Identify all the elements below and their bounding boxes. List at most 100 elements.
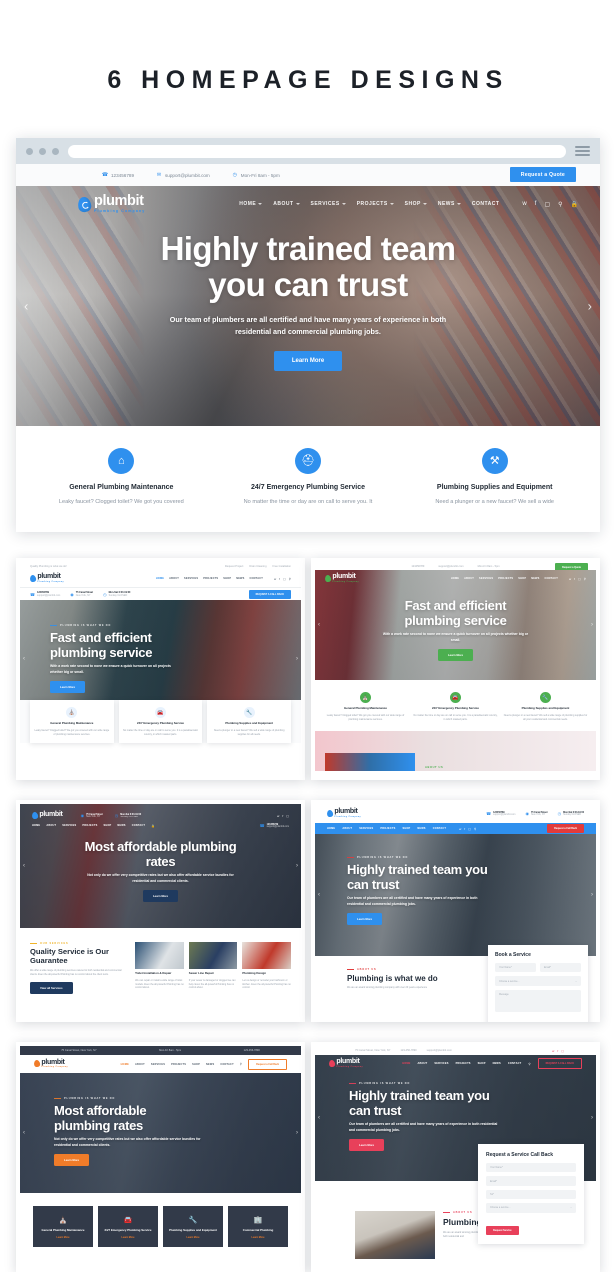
facebook-icon[interactable]: f bbox=[279, 577, 280, 581]
menu-item-about[interactable]: ABOUT bbox=[273, 201, 300, 207]
t4-menu-about[interactable]: ABOUT bbox=[342, 827, 352, 830]
t4-menu-news[interactable]: NEWS bbox=[417, 827, 425, 830]
t5-learn-more-button[interactable]: Learn More bbox=[54, 1153, 90, 1166]
facebook-icon[interactable]: f bbox=[535, 201, 537, 207]
t3-menu-services[interactable]: SERVICES bbox=[62, 824, 76, 827]
t5-carousel-prev-arrow[interactable]: ‹ bbox=[23, 1130, 25, 1136]
t3-service-card[interactable]: Toilet Installation & Repair We can repa… bbox=[135, 942, 184, 994]
t1-menu-news[interactable]: NEWS bbox=[236, 577, 244, 580]
twitter-icon[interactable]: w bbox=[569, 577, 571, 581]
menu-item-services[interactable]: SERVICES bbox=[311, 201, 346, 207]
t2-menu-news[interactable]: NEWS bbox=[531, 577, 539, 580]
twitter-icon[interactable]: w bbox=[552, 1049, 554, 1053]
t3-service-card[interactable]: Sewer Line Repair If your sewer is damag… bbox=[188, 942, 238, 994]
t2-menu-projects[interactable]: PROJECTS bbox=[498, 577, 513, 580]
t3-view-all-services-button[interactable]: View all Services bbox=[30, 982, 73, 995]
t1-carousel-next-arrow[interactable]: › bbox=[296, 656, 298, 662]
t6-menu-projects[interactable]: PROJECTS bbox=[456, 1062, 471, 1065]
t1-menu-projects[interactable]: PROJECTS bbox=[203, 577, 218, 580]
t1-service-card[interactable]: 🔧 Plumbing Supplies and Equipment Need a… bbox=[207, 700, 292, 744]
cart-icon[interactable]: 🔒 bbox=[151, 824, 155, 828]
menu-item-projects[interactable]: PROJECTS bbox=[357, 201, 394, 207]
t4-carousel-next-arrow[interactable]: › bbox=[591, 892, 593, 898]
address-bar[interactable] bbox=[68, 144, 566, 158]
topbar-phone[interactable]: ☎ 123456789 bbox=[102, 172, 134, 178]
menu-item-shop[interactable]: SHOP bbox=[405, 201, 427, 207]
maximize-dot[interactable] bbox=[52, 147, 59, 155]
t4-learn-more-button[interactable]: Learn More bbox=[347, 912, 383, 925]
t6-menu-about[interactable]: ABOUT bbox=[418, 1062, 428, 1065]
carousel-next-arrow[interactable]: › bbox=[588, 299, 592, 314]
t6-name-field[interactable]: Your Name* bbox=[486, 1163, 576, 1173]
carousel-prev-arrow[interactable]: ‹ bbox=[24, 299, 28, 314]
t5-service-card[interactable]: ⛪ General Plumbing Maintenance Learn Mor… bbox=[33, 1206, 93, 1247]
minimize-dot[interactable] bbox=[39, 147, 46, 155]
instagram-icon[interactable]: ▢ bbox=[286, 814, 289, 818]
t1-service-card[interactable]: 🚘 24/7 Emergency Plumbing Service No mat… bbox=[118, 700, 203, 744]
t4-menu-contact[interactable]: CONTACT bbox=[433, 827, 446, 830]
t6-logo[interactable]: plumbit Plumbing Company bbox=[328, 1058, 363, 1068]
t5-request-callback-button[interactable]: Request a Call Back bbox=[248, 1058, 287, 1070]
t3-service-card[interactable]: Plumbing Design Let us design or remodel… bbox=[242, 942, 291, 994]
instagram-icon[interactable]: ▢ bbox=[544, 201, 550, 208]
t1-menu-services[interactable]: SERVICES bbox=[184, 577, 198, 580]
t6-request-callback-button[interactable]: REQUEST A CALL BACK bbox=[537, 1058, 582, 1069]
t3-logo[interactable]: plumbit bbox=[31, 811, 63, 820]
twitter-icon[interactable]: w bbox=[277, 814, 279, 818]
topbar-email[interactable]: ✉ support@plumbit.com bbox=[156, 172, 210, 178]
cart-icon[interactable]: 🔒 bbox=[571, 201, 578, 208]
t5-card-link[interactable]: Learn More bbox=[166, 1236, 220, 1239]
t4-menu-shop[interactable]: SHOP bbox=[402, 827, 410, 830]
t4-name-field[interactable]: Your Name* bbox=[495, 963, 536, 973]
t6-service-select[interactable]: Choose a service... ⌄ bbox=[486, 1203, 576, 1213]
t3-menu-contact[interactable]: CONTACT bbox=[132, 824, 145, 827]
t4-carousel-prev-arrow[interactable]: ‹ bbox=[318, 892, 320, 898]
t4-request-callback-button[interactable]: Request a Call Back bbox=[547, 824, 584, 833]
t2-service-card[interactable]: ⛪ General Plumbing Maintenance Leaky fau… bbox=[323, 692, 408, 721]
facebook-icon[interactable]: f bbox=[574, 577, 575, 581]
t6-tel-field[interactable]: Tel* bbox=[486, 1189, 576, 1200]
t3-menu-shop[interactable]: SHOP bbox=[103, 824, 111, 827]
t2-carousel-prev-arrow[interactable]: ‹ bbox=[318, 622, 320, 628]
t2-carousel-next-arrow[interactable]: › bbox=[591, 622, 593, 628]
t2-logo[interactable]: plumbit Plumbing Company bbox=[324, 573, 359, 583]
t4-menu-projects[interactable]: PROJECTS bbox=[380, 827, 395, 830]
t2-menu-contact[interactable]: CONTACT bbox=[545, 577, 558, 580]
t6-request-service-button[interactable]: Request Service bbox=[486, 1225, 519, 1235]
t6-menu-news[interactable]: NEWS bbox=[493, 1062, 501, 1065]
t5-card-link[interactable]: Learn More bbox=[101, 1236, 155, 1239]
t2-menu-shop[interactable]: SHOP bbox=[518, 577, 526, 580]
thumbnail-homepage-3[interactable]: plumbit ◉ 75 Canal Street New York, NY ◷ Mo… bbox=[16, 800, 305, 1022]
t3-learn-more-button[interactable]: Learn More bbox=[142, 889, 179, 902]
thumbnail-homepage-2[interactable]: 123456789 support@plumbit.com Mon-Fri 8a… bbox=[311, 558, 600, 780]
t1-service-card[interactable]: ⛪ General Plumbing Maintenance Leaky fau… bbox=[30, 700, 114, 744]
t5-card-link[interactable]: Learn More bbox=[36, 1236, 90, 1239]
t5-menu-shop[interactable]: SHOP bbox=[192, 1063, 200, 1066]
t4-logo[interactable]: plumbit Plumbing Company bbox=[326, 808, 361, 818]
search-icon[interactable]: ⚲ bbox=[558, 201, 562, 208]
instagram-icon[interactable]: ▢ bbox=[561, 1049, 564, 1053]
menu-item-news[interactable]: NEWS bbox=[438, 201, 461, 207]
t1-topbar-link[interactable]: Free Installation bbox=[273, 565, 291, 568]
t2-service-card[interactable]: 🔧 Plumbing Supplies and Equipment Need a… bbox=[503, 692, 588, 721]
search-icon[interactable]: ⚲ bbox=[240, 1062, 242, 1066]
t6-menu-contact[interactable]: CONTACT bbox=[508, 1062, 521, 1065]
t1-menu-contact[interactable]: CONTACT bbox=[250, 577, 263, 580]
menu-item-contact[interactable]: CONTACT bbox=[472, 201, 500, 207]
t5-service-card[interactable]: 🔧 Plumbing Supplies and Equipment Learn … bbox=[163, 1206, 223, 1247]
site-logo[interactable]: plumbit Plumbing Company bbox=[76, 194, 145, 213]
search-icon[interactable]: ⚲ bbox=[528, 1062, 530, 1066]
t1-menu-home[interactable]: HOME bbox=[156, 577, 164, 580]
t1-menu-shop[interactable]: SHOP bbox=[223, 577, 231, 580]
t2-menu-home[interactable]: HOME bbox=[451, 577, 459, 580]
t3-menu-projects[interactable]: PROJECTS bbox=[82, 824, 97, 827]
t1-logo[interactable]: plumbit Plumbing Company bbox=[29, 573, 64, 583]
t3-menu-about[interactable]: ABOUT bbox=[46, 824, 56, 827]
t1-carousel-prev-arrow[interactable]: ‹ bbox=[23, 656, 25, 662]
t5-card-link[interactable]: Learn More bbox=[231, 1236, 285, 1239]
search-icon[interactable]: ⚲ bbox=[289, 577, 291, 581]
instagram-icon[interactable]: ▢ bbox=[578, 577, 581, 581]
close-dot[interactable] bbox=[26, 147, 33, 155]
t4-email-field[interactable]: Email* bbox=[540, 963, 581, 973]
thumbnail-homepage-6[interactable]: 75 Canal Street, New York, NY 123-456-78… bbox=[311, 1042, 600, 1272]
